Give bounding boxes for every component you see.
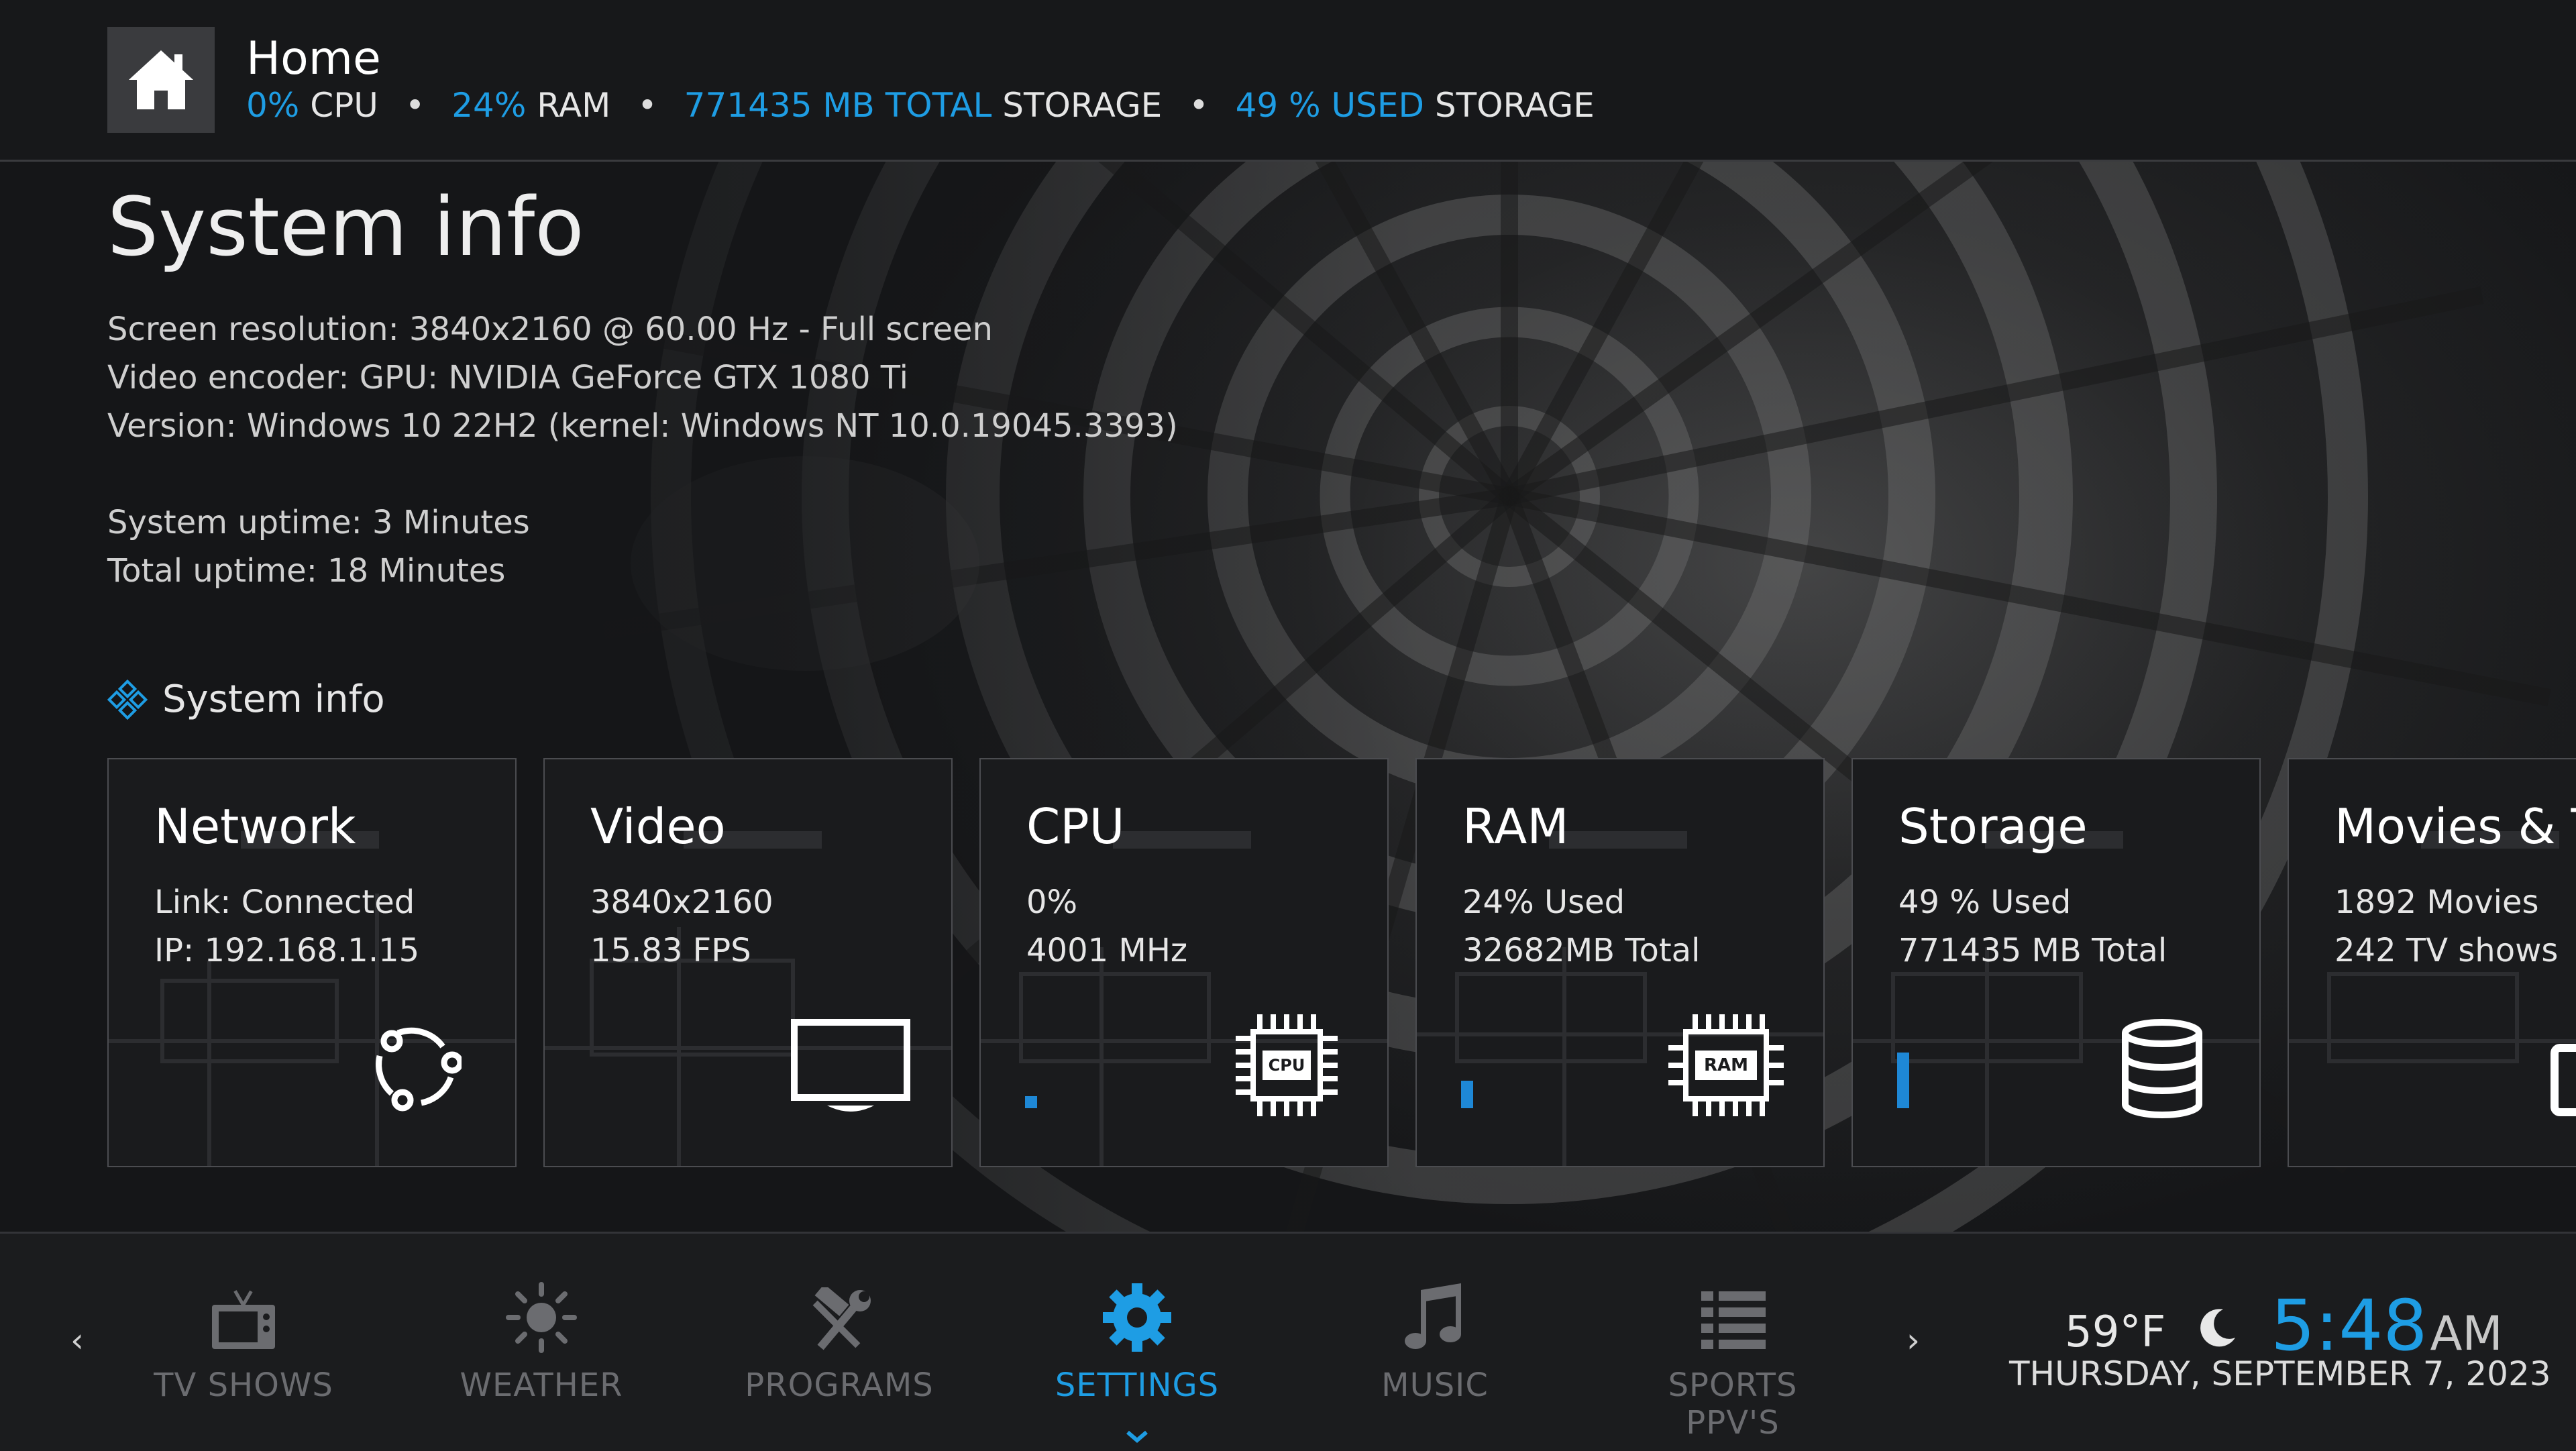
separator: •	[1189, 86, 1209, 125]
nav-label: SETTINGS	[1055, 1366, 1220, 1404]
list-icon	[1701, 1291, 1766, 1349]
section-diamond-icon	[107, 679, 148, 720]
ram-chip-text: RAM	[1704, 1055, 1748, 1075]
cpu-usage-bar	[1025, 1096, 1037, 1108]
nav-label: TV SHOWS	[154, 1366, 333, 1404]
card-title: RAM	[1462, 798, 1569, 855]
nav-left-arrow[interactable]: ‹	[70, 1321, 84, 1360]
card-line-2: 15.83 FPS	[590, 932, 751, 969]
current-date: THURSDAY, SEPTEMBER 7, 2023	[2009, 1354, 2551, 1393]
system-info-details: Screen resolution: 3840x2160 @ 60.00 Hz …	[107, 305, 1178, 595]
card-title: CPU	[1026, 798, 1125, 855]
storage-usage-bar	[1897, 1053, 1909, 1108]
home-icon	[129, 50, 193, 109]
section-label-text: System info	[162, 678, 385, 721]
nav-item-weather[interactable]: WEATHER	[431, 1274, 652, 1404]
storage-used-value: 49 % USED	[1235, 86, 1424, 125]
card-line-2: 32682MB Total	[1462, 932, 1701, 969]
card-movies-tv[interactable]: Movies & TV 1892 Movies 242 TV shows	[2288, 758, 2576, 1167]
info-line-system-uptime: System uptime: 3 Minutes	[107, 504, 530, 541]
system-stats-summary: 0% CPU • 24% RAM • 771435 MB TOTAL STORA…	[246, 86, 1595, 125]
nav-label: SPORTS PPV'S	[1668, 1366, 1798, 1442]
card-title: Storage	[1898, 798, 2088, 855]
nav-item-tv-shows[interactable]: TV SHOWS	[133, 1274, 354, 1404]
gear-icon	[1103, 1283, 1171, 1352]
card-line-2: IP: 192.168.1.15	[154, 932, 420, 969]
tv-library-icon	[2551, 1044, 2576, 1116]
tv-icon	[212, 1290, 275, 1349]
tools-icon	[812, 1287, 871, 1350]
nav-right-arrow[interactable]: ›	[1907, 1321, 1920, 1360]
storage-total-value: 771435 MB TOTAL	[684, 86, 992, 125]
nav-item-sports-ppv[interactable]: SPORTS PPV'S	[1622, 1274, 1843, 1442]
widget-section-label: System info	[107, 678, 385, 721]
card-line-1: 3840x2160	[590, 883, 773, 921]
ram-stat-label: RAM	[537, 86, 611, 125]
cpu-stat-label: CPU	[310, 86, 378, 125]
storage-used-label: STORAGE	[1434, 86, 1595, 125]
page-title: Home	[246, 32, 381, 85]
cpu-stat-value: 0%	[246, 86, 300, 125]
card-title: Video	[590, 798, 726, 855]
card-line-2: 4001 MHz	[1026, 932, 1188, 969]
bottom-navigation: ‹ TV SHOWS WEATHER PROGRAMS SETTINGS MUS…	[0, 1232, 2576, 1451]
cpu-chip-text: CPU	[1269, 1056, 1305, 1075]
card-line-1: 24% Used	[1462, 883, 1625, 921]
card-cpu[interactable]: CPU 0% 4001 MHz CPU	[979, 758, 1389, 1167]
chevron-down-icon	[1126, 1430, 1148, 1443]
nav-label: WEATHER	[460, 1366, 623, 1404]
card-line-1: 0%	[1026, 883, 1078, 921]
sun-icon	[506, 1282, 577, 1353]
database-icon	[2122, 1019, 2202, 1118]
section-heading: System info	[107, 181, 584, 274]
ram-usage-bar	[1461, 1081, 1473, 1108]
ram-stat-value: 24%	[451, 86, 527, 125]
monitor-icon	[791, 1019, 910, 1112]
card-line-1: 1892 Movies	[2334, 883, 2539, 921]
nav-label: PROGRAMS	[745, 1366, 934, 1404]
card-storage[interactable]: Storage 49 % Used 771435 MB Total	[1851, 758, 2261, 1167]
card-line-1: Link: Connected	[154, 883, 415, 921]
clock-ampm: AM	[2430, 1306, 2503, 1361]
separator: •	[405, 86, 425, 125]
home-button[interactable]	[107, 27, 215, 133]
network-icon	[376, 1027, 462, 1112]
music-note-icon	[1405, 1283, 1461, 1349]
info-cards-row: Network Link: Connected IP: 192.168.1.15…	[107, 758, 2576, 1167]
info-line-resolution: Screen resolution: 3840x2160 @ 60.00 Hz …	[107, 311, 993, 348]
info-line-video-encoder: Video encoder: GPU: NVIDIA GeForce GTX 1…	[107, 359, 908, 396]
separator: •	[637, 86, 657, 125]
card-title: Network	[154, 798, 356, 855]
nav-item-settings[interactable]: SETTINGS	[1026, 1274, 1248, 1443]
info-line-total-uptime: Total uptime: 18 Minutes	[107, 552, 506, 590]
cpu-chip-icon: CPU	[1236, 1014, 1338, 1116]
card-line-2: 771435 MB Total	[1898, 932, 2167, 969]
main-content: System info Screen resolution: 3840x2160…	[0, 161, 2576, 1234]
nav-item-music[interactable]: MUSIC	[1324, 1274, 1546, 1404]
info-line-version: Version: Windows 10 22H2 (kernel: Window…	[107, 407, 1178, 445]
card-ram[interactable]: RAM 24% Used 32682MB Total RAM	[1415, 758, 1825, 1167]
storage-total-label: STORAGE	[1002, 86, 1163, 125]
moon-icon	[2200, 1309, 2235, 1347]
weather-temperature: 59°F	[2065, 1307, 2166, 1357]
ram-chip-icon: RAM	[1668, 1014, 1784, 1116]
card-line-2: 242 TV shows	[2334, 932, 2559, 969]
card-network[interactable]: Network Link: Connected IP: 192.168.1.15	[107, 758, 517, 1167]
nav-item-programs[interactable]: PROGRAMS	[729, 1274, 950, 1404]
card-title: Movies & TV	[2334, 798, 2576, 855]
card-line-1: 49 % Used	[1898, 883, 2072, 921]
top-header: Home 0% CPU • 24% RAM • 771435 MB TOTAL …	[0, 0, 2576, 162]
card-video[interactable]: Video 3840x2160 15.83 FPS	[543, 758, 953, 1167]
nav-label: MUSIC	[1381, 1366, 1489, 1404]
